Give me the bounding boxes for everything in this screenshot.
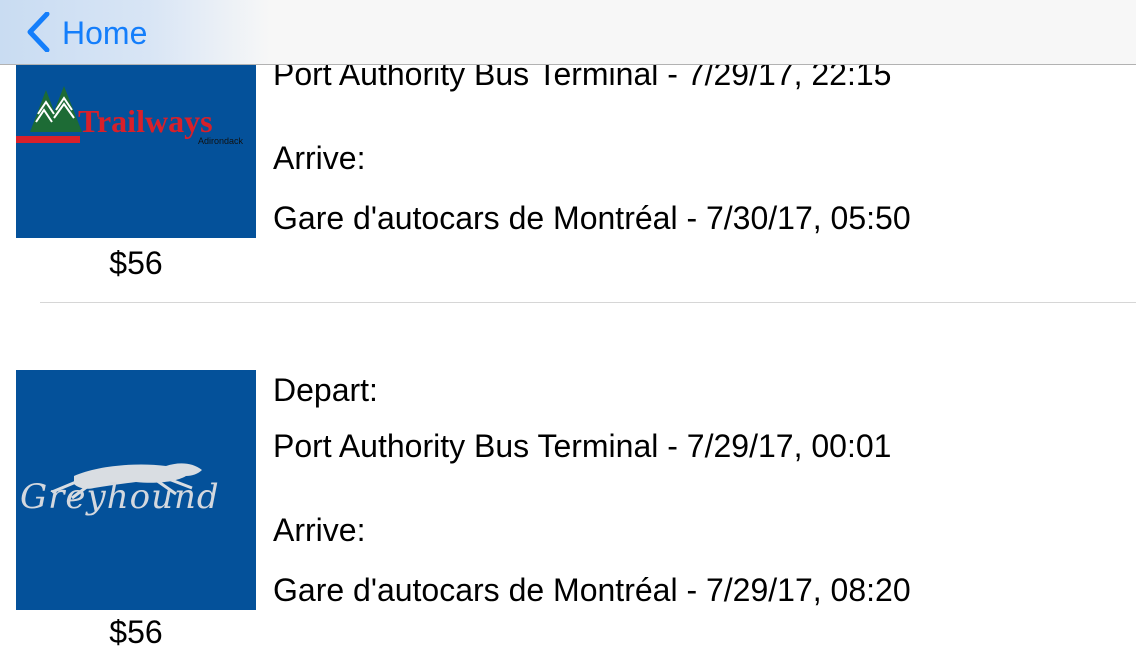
price-label: $56 bbox=[109, 614, 163, 650]
price-label: $56 bbox=[109, 245, 163, 281]
trailways-wordmark: Trailways bbox=[78, 103, 213, 139]
arrive-label: Arrive: bbox=[273, 140, 366, 176]
list-item[interactable]: Greyhound Depart: Port Authority Bus Ter… bbox=[0, 304, 1136, 650]
svg-text:Adirondack: Adirondack bbox=[198, 136, 244, 146]
greyhound-logo-graphic: Greyhound bbox=[20, 463, 220, 517]
back-button[interactable]: Home bbox=[0, 0, 270, 64]
chevron-left-icon bbox=[27, 12, 50, 52]
arrive-value: Gare d'autocars de Montréal - 7/29/17, 0… bbox=[273, 572, 911, 608]
back-label: Home bbox=[62, 14, 148, 51]
arrive-value: Gare d'autocars de Montréal - 7/30/17, 0… bbox=[273, 200, 911, 236]
greyhound-wordmark: Greyhound bbox=[20, 477, 220, 517]
depart-label: Depart: bbox=[273, 372, 378, 408]
trip-list[interactable]: Trailways Adirondack Port Authority Bus … bbox=[0, 0, 1136, 650]
depart-value: Port Authority Bus Terminal - 7/29/17, 0… bbox=[273, 428, 892, 464]
navigation-bar: Home bbox=[0, 0, 1136, 65]
row-separator bbox=[40, 302, 1136, 303]
arrive-label: Arrive: bbox=[273, 512, 366, 548]
greyhound-logo: Greyhound bbox=[16, 370, 256, 610]
